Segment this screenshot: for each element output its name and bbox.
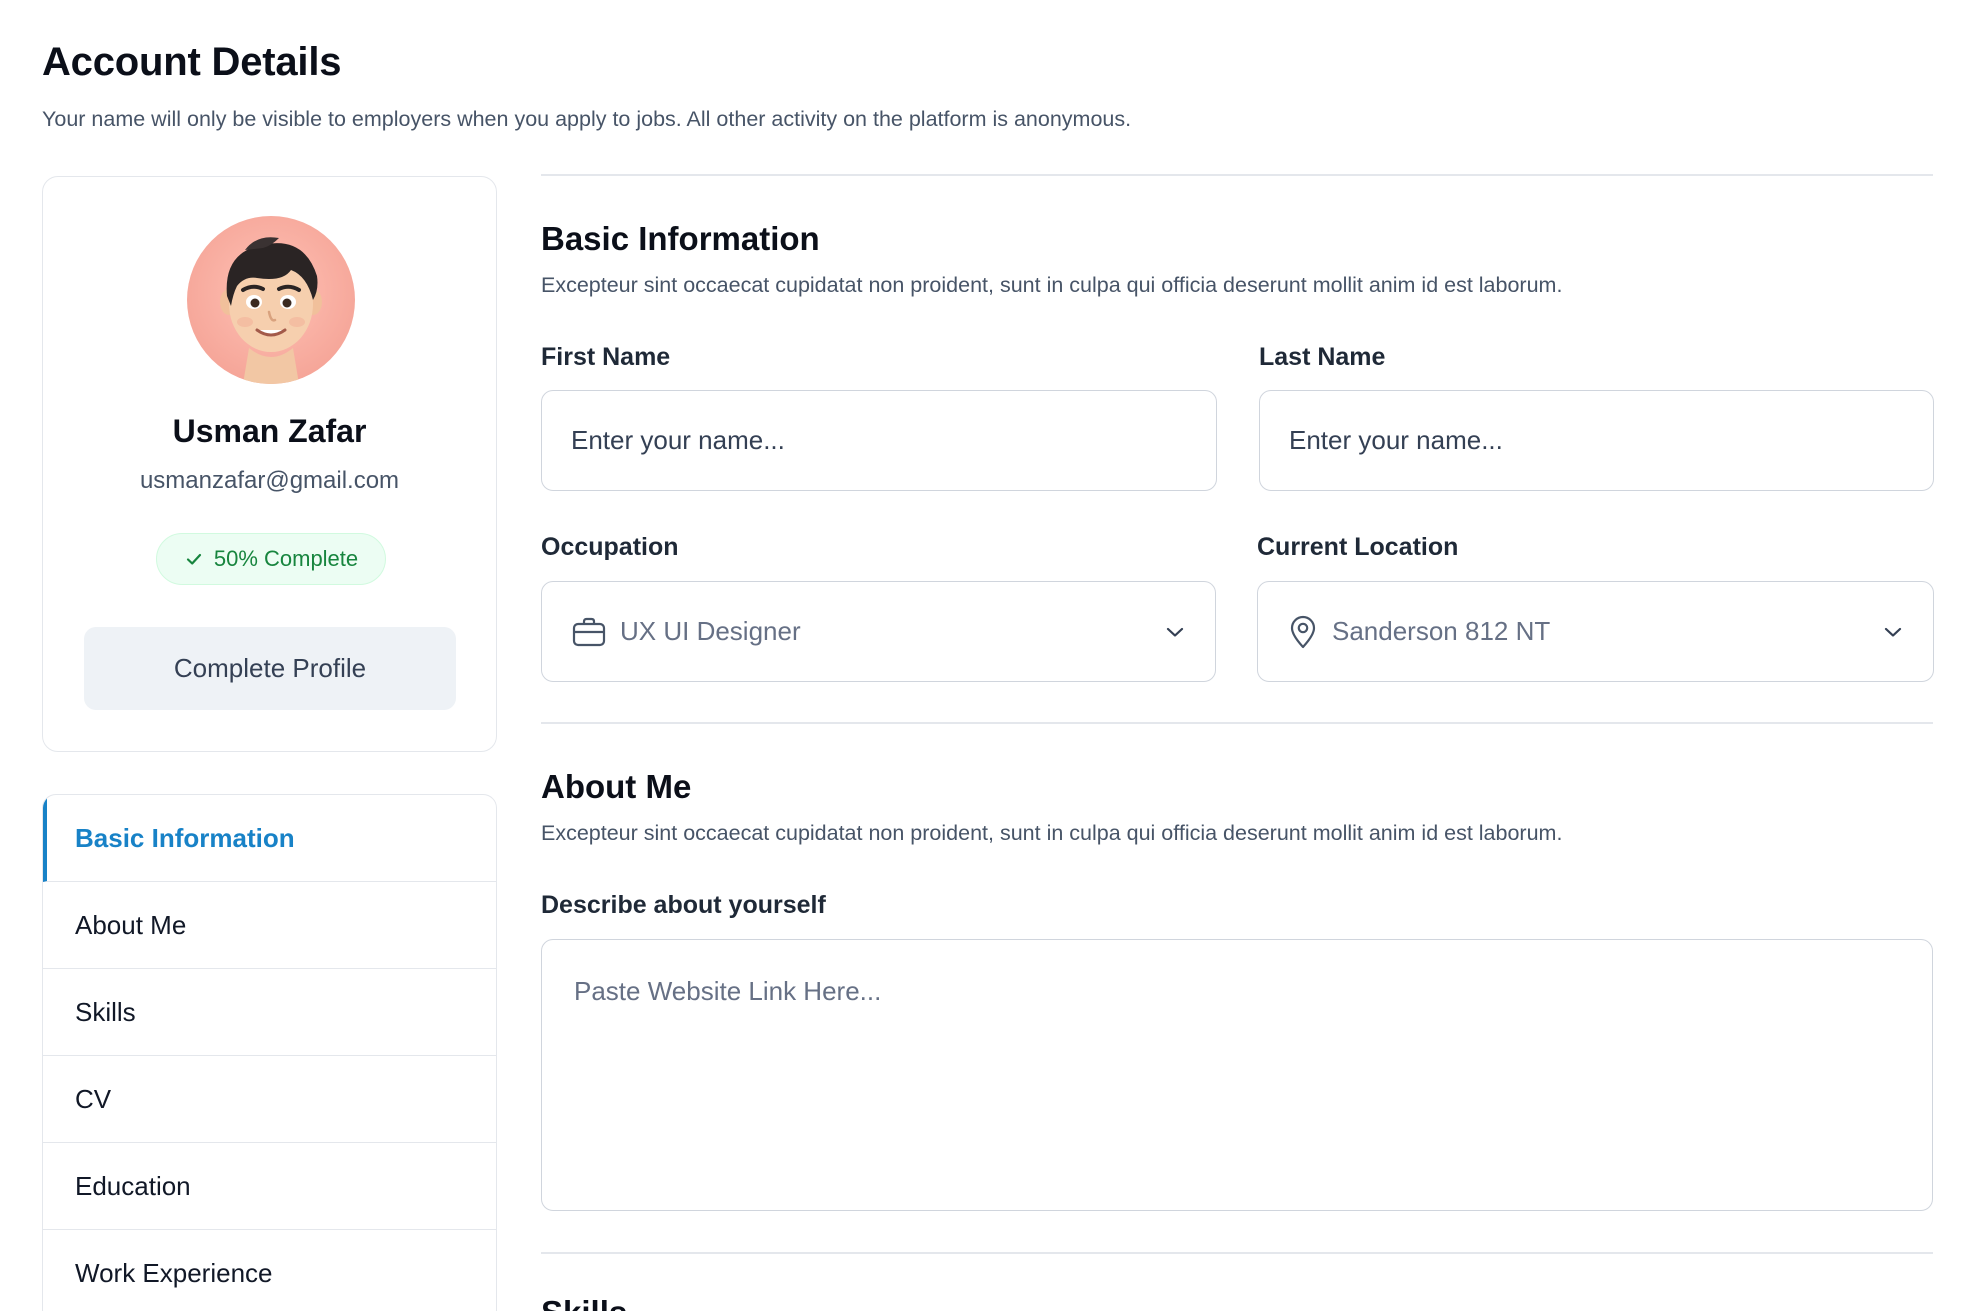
- nav-item-education[interactable]: Education: [43, 1143, 496, 1230]
- complete-profile-button[interactable]: Complete Profile: [84, 627, 456, 710]
- current-location-value: Sanderson 812 NT: [1332, 616, 1551, 646]
- describe-yourself-textarea[interactable]: [541, 939, 1933, 1211]
- about-me-description: Excepteur sint occaecat cupidatat non pr…: [541, 821, 1563, 845]
- skills-title: Skills: [541, 1294, 627, 1311]
- profile-progress-badge: 50% Complete: [156, 533, 386, 585]
- briefcase-icon: [572, 617, 606, 647]
- occupation-select[interactable]: UX UI Designer: [541, 581, 1216, 682]
- page-header: Account Details Your name will only be v…: [42, 40, 1131, 132]
- describe-yourself-label: Describe about yourself: [541, 891, 826, 919]
- page-title: Account Details: [42, 40, 342, 84]
- nav-item-about-me[interactable]: About Me: [43, 882, 496, 969]
- chevron-down-icon: [1883, 626, 1903, 638]
- about-me-title: About Me: [541, 768, 692, 805]
- occupation-label: Occupation: [541, 533, 679, 561]
- first-name-input[interactable]: [541, 390, 1217, 491]
- current-location-select[interactable]: Sanderson 812 NT: [1257, 581, 1934, 682]
- first-name-label: First Name: [541, 343, 671, 371]
- profile-section-nav: Basic Information About Me Skills CV Edu…: [42, 794, 497, 1311]
- nav-item-cv[interactable]: CV: [43, 1056, 496, 1143]
- section-divider: [541, 722, 1933, 724]
- last-name-label: Last Name: [1259, 343, 1386, 371]
- memoji-avatar-icon: [220, 237, 322, 384]
- nav-item-work-experience[interactable]: Work Experience: [43, 1230, 496, 1311]
- profile-email: usmanzafar@gmail.com: [139, 467, 400, 494]
- basic-info-title: Basic Information: [541, 220, 820, 257]
- occupation-value: UX UI Designer: [620, 616, 801, 646]
- last-name-input[interactable]: [1259, 390, 1934, 491]
- check-icon: [184, 549, 204, 569]
- chevron-down-icon: [1165, 626, 1185, 638]
- basic-info-description: Excepteur sint occaecat cupidatat non pr…: [541, 273, 1563, 297]
- map-pin-icon: [1288, 615, 1318, 649]
- avatar[interactable]: [187, 216, 355, 384]
- nav-item-skills[interactable]: Skills: [43, 969, 496, 1056]
- page-subtitle: Your name will only be visible to employ…: [42, 107, 1132, 131]
- nav-item-basic-information[interactable]: Basic Information: [43, 795, 496, 882]
- section-divider: [541, 1252, 1933, 1254]
- profile-name: Usman Zafar: [172, 413, 367, 449]
- progress-label: 50% Complete: [213, 546, 359, 571]
- profile-card: Usman Zafar usmanzafar@gmail.com 50% Com…: [42, 176, 497, 752]
- current-location-label: Current Location: [1257, 533, 1459, 561]
- section-divider: [541, 174, 1933, 176]
